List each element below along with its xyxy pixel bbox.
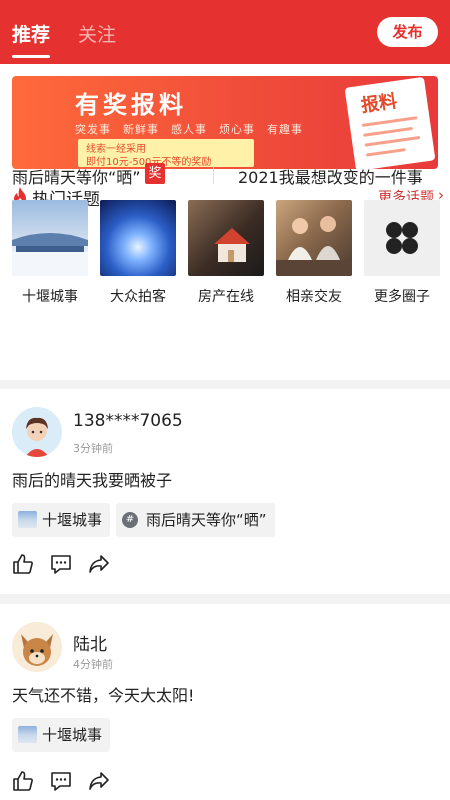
comment-icon[interactable] — [50, 553, 72, 575]
four-dots-icon — [386, 222, 418, 254]
post-actions — [12, 553, 122, 577]
topic-item[interactable]: 2021我最想改变的一件事 — [238, 164, 423, 188]
thumbs-up-icon[interactable] — [12, 553, 34, 575]
avatar — [12, 622, 62, 672]
circle-item-more[interactable]: 更多圈子 — [364, 200, 440, 306]
house-illustration — [214, 228, 250, 262]
circle-label: 十堰城事 — [22, 289, 78, 305]
post-actions — [12, 770, 122, 794]
avatar — [12, 407, 62, 457]
hashtag-icon: # — [122, 512, 138, 528]
paper-line — [364, 135, 421, 147]
post-content: 天气还不错，今天大太阳! — [12, 686, 195, 705]
post-card[interactable]: 138****7065 3分钟前 雨后的晴天我要晒被子 十堰城事 # 雨后晴天等… — [0, 389, 450, 594]
banner-reward-box: 线索一经采用 即付10元-500元不等的奖励 — [78, 139, 254, 168]
circle-tag[interactable]: 十堰城事 — [12, 718, 111, 752]
report-reward-banner[interactable]: 有奖报料 突发事 新鲜事 感人事 烦心事 有趣事 线索一经采用 即付10元-50… — [12, 76, 438, 169]
fox-avatar-illustration — [12, 622, 62, 672]
circle-label: 房产在线 — [198, 289, 254, 305]
paper-line — [361, 116, 418, 127]
circle-thumb-icon — [18, 511, 37, 528]
paper-line — [365, 148, 406, 157]
tab-recommend[interactable]: 推荐 — [12, 20, 51, 58]
banner-categories: 突发事 新鲜事 感人事 烦心事 有趣事 — [75, 123, 303, 136]
main-content: 有奖报料 突发事 新鲜事 感人事 烦心事 有趣事 线索一经采用 即付10元-50… — [0, 64, 450, 380]
publish-button[interactable]: 发布 — [377, 17, 438, 47]
more-circles-thumb — [364, 200, 440, 276]
share-icon[interactable] — [88, 770, 110, 792]
tag-label: 雨后晴天等你“晒” — [146, 511, 267, 529]
circle-label: 相亲交友 — [286, 289, 342, 305]
post-username[interactable]: 陆北 — [73, 630, 107, 655]
topic-tag[interactable]: # 雨后晴天等你“晒” — [116, 503, 275, 537]
tag-label: 十堰城事 — [42, 726, 103, 744]
thumbs-up-icon[interactable] — [12, 770, 34, 792]
house-model-thumb — [188, 200, 264, 276]
circle-tag[interactable]: 十堰城事 — [12, 503, 111, 537]
paper-line — [363, 126, 414, 137]
award-badge: 奖 — [145, 163, 165, 184]
circle-item-dating[interactable]: 相亲交友 — [276, 200, 352, 306]
circle-item-realestate[interactable]: 房产在线 — [188, 200, 264, 306]
top-bar: 推荐 关注 发布 — [0, 0, 450, 64]
circle-thumb-icon — [18, 726, 37, 743]
night-city-thumb — [100, 200, 176, 276]
post-time: 4分钟前 — [73, 658, 113, 671]
couple-cafe-thumb — [276, 200, 352, 276]
circle-label: 更多圈子 — [374, 289, 430, 305]
snowy-building-thumb — [12, 200, 88, 276]
banner-title: 有奖报料 — [75, 91, 187, 119]
couple-illustration — [276, 216, 352, 276]
comment-icon[interactable] — [50, 770, 72, 792]
circle-item-shiyan[interactable]: 十堰城事 — [12, 200, 88, 306]
post-time: 3分钟前 — [73, 442, 113, 455]
newspaper-icon: 报料 — [344, 76, 436, 169]
circle-item-photographers[interactable]: 大众拍客 — [100, 200, 176, 306]
circle-label: 大众拍客 — [110, 289, 166, 305]
post-content: 雨后的晴天我要晒被子 — [12, 471, 173, 490]
post-username[interactable]: 138****7065 — [73, 411, 183, 431]
share-icon[interactable] — [88, 553, 110, 575]
building-illustration — [12, 233, 88, 276]
tab-follow[interactable]: 关注 — [78, 20, 116, 47]
topic-divider — [213, 166, 214, 184]
post-card[interactable]: 陆北 4分钟前 天气还不错，今天大太阳! 十堰城事 — [0, 604, 450, 800]
tag-label: 十堰城事 — [42, 511, 103, 529]
topic-item[interactable]: 雨后晴天等你“晒” — [12, 164, 141, 188]
paper-title: 报料 — [359, 90, 399, 117]
user-avatar-illustration — [12, 407, 62, 457]
